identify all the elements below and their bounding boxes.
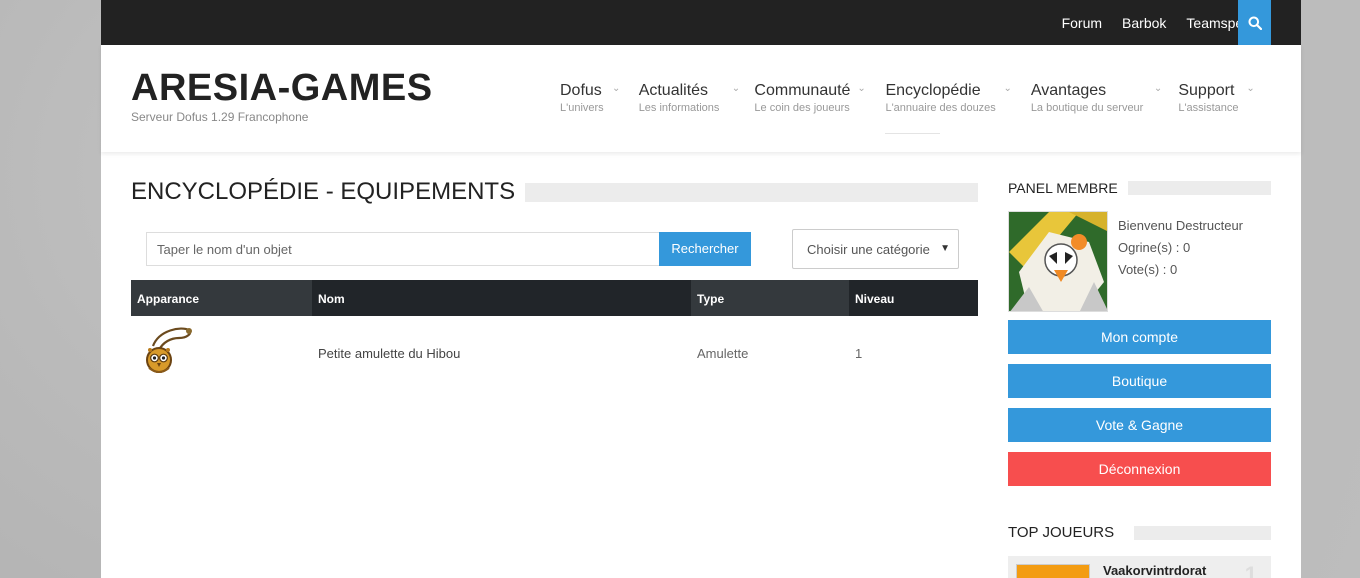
column-header-nom[interactable]: Nom <box>312 280 691 316</box>
ogrines-count: Ogrine(s) : 0 <box>1118 240 1191 255</box>
site-subtitle: Serveur Dofus 1.29 Francophone <box>131 110 309 124</box>
welcome-text: Bienvenu Destructeur <box>1118 218 1244 233</box>
nav-item-communaute[interactable]: Communauté Le coin des joueurs ⌄ <box>754 81 885 114</box>
votes-count: Vote(s) : 0 <box>1118 262 1178 277</box>
nav-item-actualites[interactable]: Actualités Les informations ⌄ <box>639 81 755 114</box>
nav-desc: L'univers <box>560 102 604 114</box>
equipment-table: Apparance Nom Type Niveau Petite amulett… <box>131 280 978 390</box>
top-players-title: TOP JOUEURS <box>1008 524 1115 541</box>
nav-label: Actualités <box>638 82 709 99</box>
site-title[interactable]: ARESIA-GAMES <box>131 67 433 109</box>
member-panel-title: PANEL MEMBRE <box>1008 180 1118 196</box>
title-divider <box>1127 181 1271 195</box>
top-link-forum[interactable]: Forum <box>1062 15 1102 31</box>
chevron-down-icon: ⌄ <box>1246 83 1255 94</box>
category-select[interactable]: Choisir une catégorie ▼ <box>792 229 959 269</box>
top-player-item[interactable]: Vaakorvintrdorat 1 <box>1008 556 1271 578</box>
nav-label: Communauté <box>754 82 851 99</box>
chevron-down-icon: ⌄ <box>1153 83 1163 94</box>
shop-button[interactable]: Boutique <box>1008 364 1271 398</box>
top-links: Forum Barbok Teamspeak <box>1042 0 1258 45</box>
page-title-block: ENCYCLOPÉDIE - EQUIPEMENTS <box>131 178 978 206</box>
title-divider <box>525 182 978 202</box>
player-name[interactable]: Vaakorvintrdorat <box>1103 563 1206 578</box>
nav-label: Encyclopédie <box>885 82 981 99</box>
member-info: Bienvenu Destructeur Ogrine(s) : 0 Vote(… <box>1118 215 1243 281</box>
chevron-down-icon: ⌄ <box>1003 83 1012 94</box>
top-players-title-block: TOP JOUEURS <box>1008 524 1271 541</box>
chevron-down-icon: ⌄ <box>612 83 621 94</box>
title-divider <box>1134 525 1271 540</box>
player-rank: 1 <box>1244 562 1257 578</box>
nav-desc: Le coin des joueurs <box>754 102 850 114</box>
top-search-button[interactable] <box>1238 0 1271 45</box>
member-panel-title-block: PANEL MEMBRE <box>1008 180 1271 196</box>
top-link-barbok[interactable]: Barbok <box>1122 15 1166 31</box>
nav-desc: Les informations <box>638 102 720 114</box>
chevron-down-icon: ⌄ <box>731 83 741 94</box>
column-header-apparance[interactable]: Apparance <box>131 280 312 316</box>
nav-item-support[interactable]: Support L'assistance ⌄ <box>1178 81 1273 114</box>
table-row[interactable]: Petite amulette du Hibou Amulette 1 <box>131 316 978 390</box>
player-avatar <box>1016 564 1090 578</box>
avatar <box>1008 211 1108 312</box>
avatar-image <box>1009 212 1107 311</box>
chevron-down-icon: ▼ <box>940 243 950 254</box>
brand[interactable]: ARESIA-GAMES Serveur Dofus 1.29 Francoph… <box>131 67 433 124</box>
item-level-cell: 1 <box>855 345 863 361</box>
nav-desc: La boutique du serveur <box>1030 102 1144 114</box>
item-appearance-cell <box>131 324 312 383</box>
logout-button[interactable]: Déconnexion <box>1008 452 1271 486</box>
owl-amulet-icon <box>146 326 192 373</box>
item-search-input[interactable] <box>146 232 660 266</box>
nav-item-dofus[interactable]: Dofus L'univers ⌄ <box>560 81 639 114</box>
nav-label: Avantages <box>1030 82 1107 99</box>
my-account-button[interactable]: Mon compte <box>1008 320 1271 354</box>
item-name-cell[interactable]: Petite amulette du Hibou <box>312 346 691 361</box>
search-submit-button[interactable]: Rechercher <box>659 232 751 266</box>
top-bar: Forum Barbok Teamspeak <box>101 0 1301 45</box>
page-container: Forum Barbok Teamspeak ARESIA-GAMES Serv… <box>101 0 1301 578</box>
vote-button[interactable]: Vote & Gagne <box>1008 408 1271 442</box>
page-title: ENCYCLOPÉDIE - EQUIPEMENTS <box>131 178 516 205</box>
chevron-down-icon: ⌄ <box>857 83 866 94</box>
nav-item-avantages[interactable]: Avantages La boutique du serveur ⌄ <box>1031 81 1179 114</box>
column-header-niveau[interactable]: Niveau <box>849 280 978 316</box>
nav-label: Support <box>1178 82 1235 99</box>
category-select-value: Choisir une catégorie <box>807 241 930 257</box>
item-type-cell: Amulette <box>697 345 749 361</box>
nav-desc: L'assistance <box>1178 102 1239 114</box>
nav-desc: L'annuaire des douzes <box>885 102 996 114</box>
table-header: Apparance Nom Type Niveau <box>131 280 978 316</box>
column-header-type[interactable]: Type <box>691 280 849 316</box>
main-nav: Dofus L'univers ⌄ Actualités Les informa… <box>560 81 1274 134</box>
nav-label: Dofus <box>560 82 602 99</box>
site-header: ARESIA-GAMES Serveur Dofus 1.29 Francoph… <box>101 45 1301 152</box>
nav-item-encyclopedie[interactable]: Encyclopédie L'annuaire des douzes ⌄ <box>885 81 1030 134</box>
search-icon <box>1248 16 1262 30</box>
